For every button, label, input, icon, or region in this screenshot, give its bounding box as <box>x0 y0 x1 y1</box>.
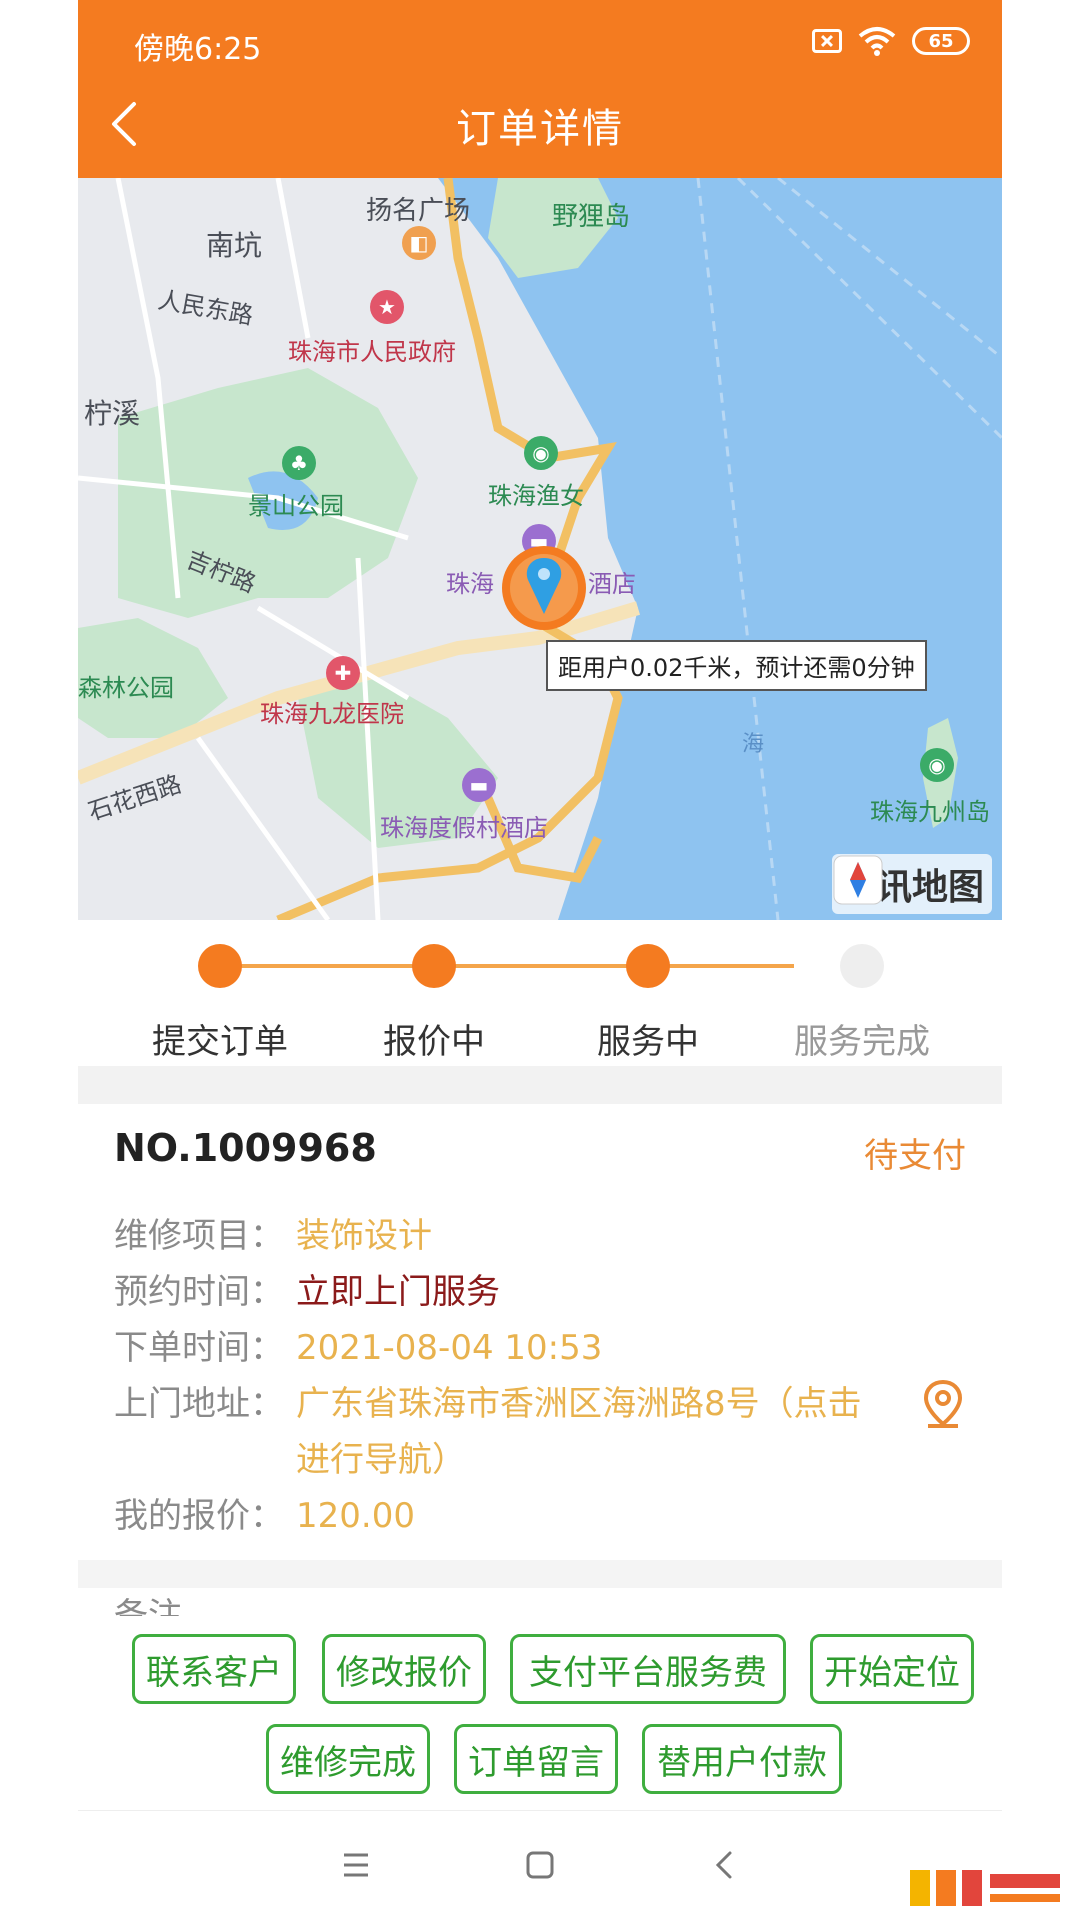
step-dot-done <box>412 944 456 988</box>
detail-row-appointment: 预约时间： 立即上门服务 <box>114 1264 500 1320</box>
map-label: 珠海九州岛 <box>870 798 990 826</box>
map-label: 景山公园 <box>248 492 344 520</box>
government-icon: ★ <box>370 290 404 324</box>
progress-step: 服务中 <box>558 920 738 1063</box>
section-divider <box>78 1066 1002 1104</box>
progress-step: 提交订单 <box>130 920 310 1063</box>
repair-complete-button[interactable]: 维修完成 <box>266 1724 430 1794</box>
menu-icon[interactable] <box>336 1845 376 1885</box>
pay-for-user-button[interactable]: 替用户付款 <box>642 1724 842 1794</box>
field-value: 120.00 <box>296 1496 415 1536</box>
map-view[interactable]: 扬名广场 ◧ 野狸岛 南坑 人民东路 ★ 珠海市人民政府 柠溪 ◉ 珠海渔女 ♣… <box>78 178 1002 920</box>
field-label: 我的报价： <box>114 1496 284 1536</box>
map-label: 珠海九龙医院 <box>260 700 404 728</box>
map-logo: 腾讯地图 <box>831 854 992 914</box>
system-nav-bar <box>78 1810 1002 1920</box>
detail-row-quote: 我的报价： 120.00 <box>114 1488 415 1544</box>
pay-platform-fee-button[interactable]: 支付平台服务费 <box>510 1634 786 1704</box>
step-label: 报价中 <box>383 1022 485 1062</box>
modify-quote-button[interactable]: 修改报价 <box>322 1634 486 1704</box>
map-label: 野狸岛 <box>552 202 631 232</box>
map-label: 海 <box>742 732 765 757</box>
step-dot-pending <box>840 944 884 988</box>
battery-icon: 65 <box>912 27 970 55</box>
field-value: 装饰设计 <box>296 1216 432 1256</box>
field-label: 上门地址： <box>114 1384 284 1424</box>
map-label: 酒店 <box>588 570 636 598</box>
watermark-logo <box>900 1860 1070 1916</box>
map-label: 珠海市人民政府 <box>288 338 456 366</box>
step-dot-done <box>626 944 670 988</box>
home-square-icon[interactable] <box>520 1845 560 1885</box>
section-divider <box>78 1560 1002 1588</box>
step-label: 服务中 <box>597 1022 699 1062</box>
field-value: 2021-08-04 10:53 <box>296 1328 603 1368</box>
wifi-icon <box>858 27 896 56</box>
progress-step: 报价中 <box>344 920 524 1063</box>
map-label: 扬名广场 <box>366 196 471 226</box>
distance-callout: 距用户0.02千米，预计还需0分钟 <box>546 640 927 691</box>
order-progress: 提交订单 报价中 服务中 服务完成 <box>78 920 1002 1066</box>
contact-customer-button[interactable]: 联系客户 <box>132 1634 296 1704</box>
page-title: 订单详情 <box>456 106 624 152</box>
map-label: 珠海渔女 <box>488 482 584 510</box>
order-status-badge: 待支付 <box>864 1136 966 1176</box>
note-label: 备注 <box>114 1596 182 1616</box>
hospital-icon: ✚ <box>326 656 360 690</box>
back-icon[interactable] <box>704 1845 744 1885</box>
park-icon: ♣ <box>282 446 316 480</box>
step-label: 服务完成 <box>794 1022 930 1062</box>
phone-screen: 傍晚6:25 65 订单详情 扬名广场 ◧ 野狸岛 南坑 人民东路 ★ 珠海市人… <box>78 0 1002 1920</box>
progress-step: 服务完成 <box>772 920 952 1063</box>
shopping-icon: ◧ <box>402 226 436 260</box>
field-label: 预约时间： <box>114 1272 284 1312</box>
action-buttons: 联系客户 修改报价 支付平台服务费 开始定位 维修完成 订单留言 替用户付款 <box>78 1616 1002 1810</box>
scenic-spot-icon: ◉ <box>920 748 954 782</box>
start-location-button[interactable]: 开始定位 <box>810 1634 974 1704</box>
map-label: 柠溪 <box>84 397 141 430</box>
hotel-icon: ▬ <box>462 768 496 802</box>
scenic-spot-icon: ◉ <box>524 436 558 470</box>
map-label: 珠海 <box>446 570 494 598</box>
header-bar: 傍晚6:25 65 订单详情 <box>78 0 1002 178</box>
map-label: 森林公园 <box>78 674 174 702</box>
order-message-button[interactable]: 订单留言 <box>454 1724 618 1794</box>
app-stage: 傍晚6:25 65 订单详情 扬名广场 ◧ 野狸岛 南坑 人民东路 ★ 珠海市人… <box>0 0 1080 1920</box>
map-label: 珠海度假村酒店 <box>380 814 548 842</box>
field-value: 立即上门服务 <box>296 1272 500 1312</box>
compass-icon <box>833 855 883 905</box>
step-label: 提交订单 <box>152 1022 288 1062</box>
order-number: NO.1009968 <box>114 1126 377 1170</box>
location-marker-icon[interactable] <box>496 540 592 636</box>
field-label: 维修项目： <box>114 1216 284 1256</box>
no-sim-icon <box>812 29 842 53</box>
map-label: 南坑 <box>206 229 263 262</box>
order-details: NO.1009968 待支付 维修项目： 装饰设计 预约时间： 立即上门服务 下… <box>78 1104 1002 1560</box>
location-pin-icon[interactable] <box>920 1378 966 1430</box>
field-label: 下单时间： <box>114 1328 284 1368</box>
address-link[interactable]: 广东省珠海市香洲区海洲路8号（点击进行导航） <box>296 1376 876 1488</box>
detail-row-project: 维修项目： 装饰设计 <box>114 1208 432 1264</box>
status-icons: 65 <box>812 26 970 56</box>
step-dot-done <box>198 944 242 988</box>
detail-row-order-time: 下单时间： 2021-08-04 10:53 <box>114 1320 602 1376</box>
status-time: 傍晚6:25 <box>134 32 262 67</box>
detail-row-address[interactable]: 上门地址： 广东省珠海市香洲区海洲路8号（点击进行导航） <box>114 1376 876 1488</box>
